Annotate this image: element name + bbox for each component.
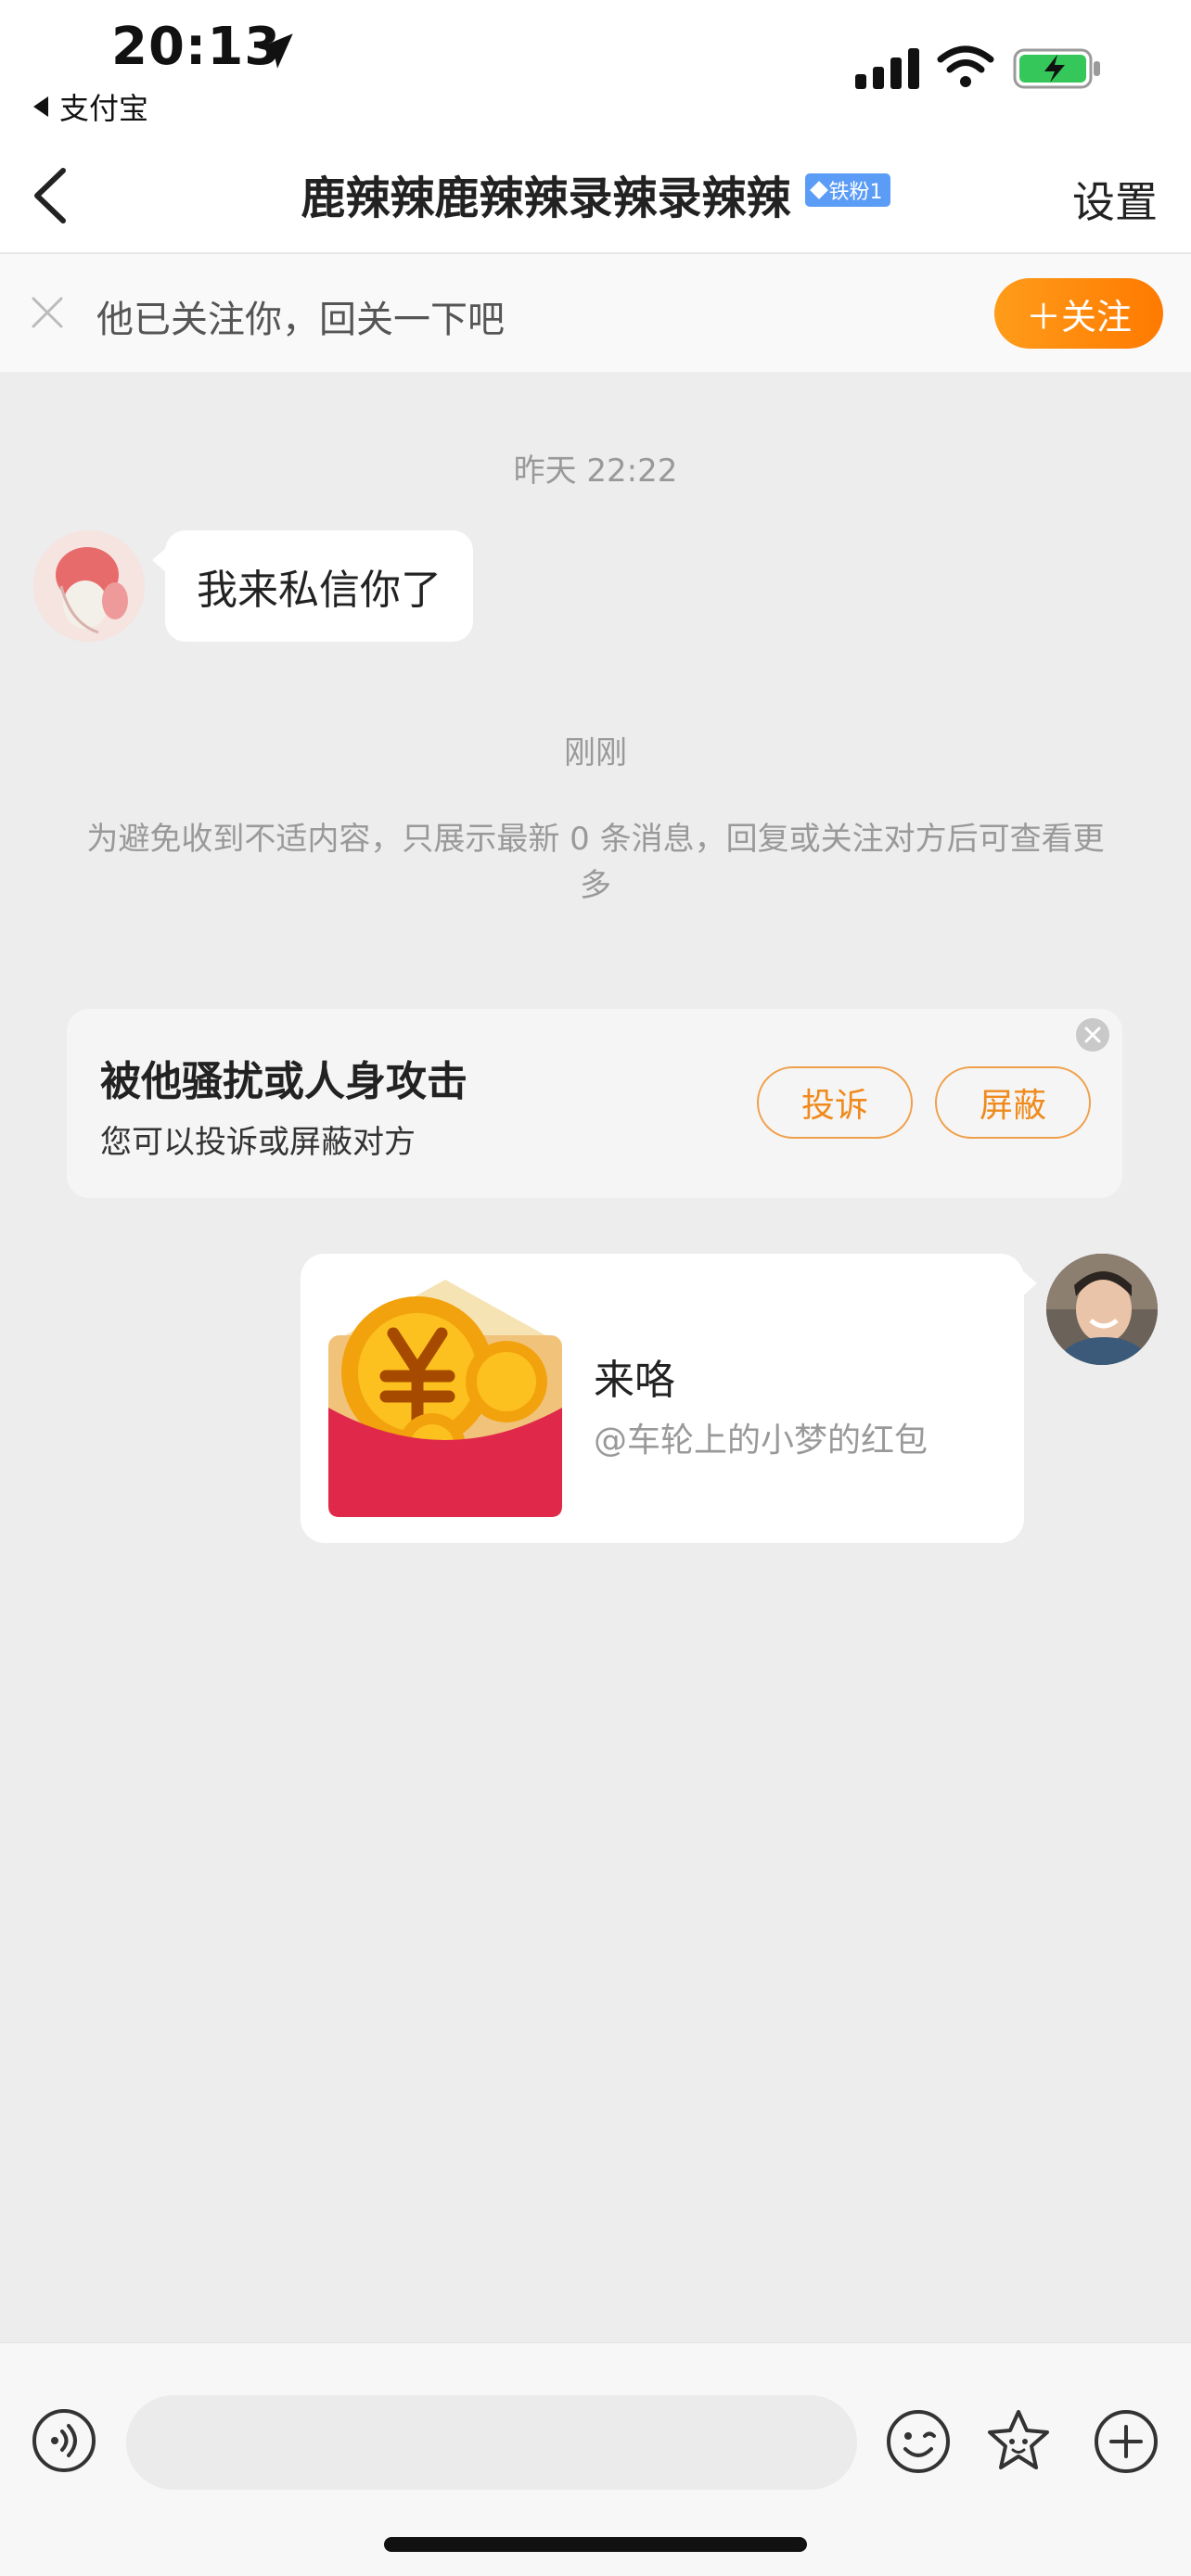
harassment-card-subtitle: 您可以投诉或屏蔽对方	[100, 1124, 416, 1161]
chat-title-wrap: 鹿辣辣鹿辣辣录辣录辣辣 铁粉1	[0, 161, 1191, 226]
message-timestamp-recent: 刚刚	[564, 734, 627, 772]
message-input[interactable]	[126, 2395, 857, 2490]
back-app-label: 支付宝	[59, 91, 149, 126]
emoji-icon[interactable]	[885, 2408, 952, 2475]
red-packet-message[interactable]: 来咯 @车轮上的小梦的红包	[301, 1254, 1037, 1543]
filtered-messages-notice: 为避免收到不适内容，只展示最新 0 条消息，回复或关注对方后可查看更多	[86, 821, 1105, 904]
plus-icon[interactable]	[1093, 2408, 1159, 2475]
contact-avatar[interactable]	[33, 530, 145, 642]
harassment-card-title: 被他骚扰或人身攻击	[100, 1058, 467, 1105]
battery-charging-icon	[1013, 48, 1100, 89]
fan-badge-label: 铁粉1	[828, 181, 883, 204]
home-indicator[interactable]	[384, 2537, 807, 2552]
contact-avatar-image	[33, 530, 145, 642]
close-icon[interactable]	[1076, 1018, 1109, 1052]
chat-title[interactable]: 鹿辣辣鹿辣辣录辣录辣辣	[301, 172, 790, 224]
harassment-report-card: 被他骚扰或人身攻击 您可以投诉或屏蔽对方 投诉 屏蔽	[67, 1009, 1122, 1198]
follow-button[interactable]: ＋关注	[994, 278, 1163, 349]
incoming-message-bubble[interactable]: 我来私信你了	[152, 530, 473, 642]
back-triangle-icon	[33, 96, 48, 117]
diamond-icon	[809, 181, 828, 199]
settings-button[interactable]: 设置	[1072, 169, 1158, 230]
status-bar: 20:13 支付宝	[0, 0, 1191, 139]
close-icon[interactable]	[30, 295, 65, 330]
back-to-app-link[interactable]: 支付宝	[33, 85, 148, 128]
my-avatar[interactable]	[1046, 1254, 1158, 1365]
follow-back-banner: 他已关注你，回关一下吧 ＋关注	[0, 254, 1191, 373]
fan-level-badge: 铁粉1	[804, 173, 890, 207]
block-button[interactable]: 屏蔽	[935, 1066, 1091, 1139]
follow-back-text: 他已关注你，回关一下吧	[96, 299, 505, 341]
sticker-icon[interactable]	[985, 2408, 1052, 2475]
my-avatar-image	[1046, 1254, 1158, 1365]
voice-icon[interactable]	[32, 2408, 96, 2473]
cellular-signal-icon	[855, 48, 919, 89]
report-button[interactable]: 投诉	[757, 1066, 913, 1139]
message-timestamp: 昨天 22:22	[513, 453, 678, 490]
red-packet-icon	[328, 1280, 562, 1517]
wifi-icon	[937, 45, 994, 87]
location-arrow-icon	[258, 33, 293, 69]
red-packet-title: 来咯	[594, 1357, 675, 1404]
red-packet-sender: @车轮上的小梦的红包	[594, 1422, 928, 1460]
chat-header: 鹿辣辣鹿辣辣录辣录辣辣 铁粉1 设置	[0, 139, 1191, 254]
